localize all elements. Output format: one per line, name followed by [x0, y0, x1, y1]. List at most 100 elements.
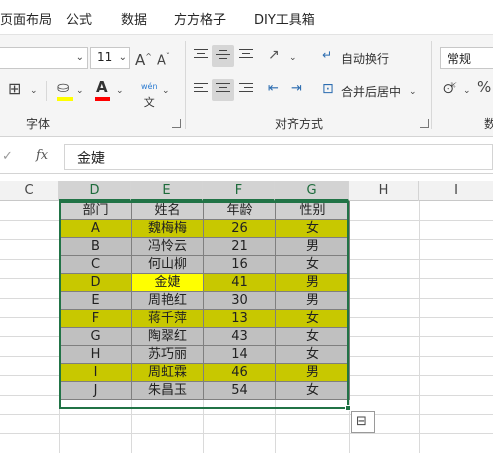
name-cell[interactable]: 陶翠红 [131, 327, 204, 346]
quick-analysis-button[interactable]: ⊟ [351, 411, 375, 433]
dept-cell[interactable]: J [59, 381, 132, 400]
column-header-g[interactable]: G [275, 181, 349, 201]
wrap-text-button[interactable]: 自动换行 [341, 50, 389, 67]
group-separator [431, 41, 432, 129]
sex-cell[interactable]: 女 [275, 327, 350, 346]
chevron-down-icon[interactable]: ⌄ [30, 83, 38, 99]
age-cell[interactable]: 41 [203, 273, 276, 292]
dept-cell[interactable]: B [59, 237, 132, 256]
header-cell-dept[interactable]: 部门 [59, 201, 132, 220]
age-cell[interactable]: 14 [203, 345, 276, 364]
font-size-dropdown[interactable]: 11 ⌄ [90, 47, 130, 69]
name-cell[interactable]: 周虹霖 [131, 363, 204, 382]
accounting-format-icon[interactable]: 🜚 [443, 81, 457, 97]
chevron-down-icon: ⌄ [75, 52, 84, 63]
column-header-h[interactable]: H [349, 181, 419, 201]
header-cell-name[interactable]: 姓名 [131, 201, 204, 220]
align-center-icon[interactable] [216, 83, 230, 95]
chevron-down-icon[interactable]: ⌄ [162, 83, 170, 99]
align-right-icon[interactable] [239, 83, 253, 95]
chevron-down-icon[interactable]: ⌄ [116, 83, 124, 99]
merge-center-button[interactable]: 合并后居中 [341, 83, 401, 100]
column-header-d[interactable]: D [59, 181, 131, 201]
name-cell-active[interactable]: 金婕 [131, 273, 204, 292]
name-cell[interactable]: 魏梅梅 [131, 219, 204, 238]
alignment-dialog-launcher-icon[interactable] [420, 119, 429, 128]
name-cell[interactable]: 朱昌玉 [131, 381, 204, 400]
sex-cell[interactable]: 女 [275, 345, 350, 364]
tab-page-layout[interactable]: 页面布局 [0, 9, 52, 28]
phonetic-guide-icon[interactable]: wén 文 [141, 79, 158, 112]
sex-cell[interactable]: 女 [275, 381, 350, 400]
ribbon-tab-bar: 页面布局 公式 数据 方方格子 DIY工具箱 [0, 0, 493, 34]
sex-cell[interactable]: 男 [275, 363, 350, 382]
increase-indent-icon[interactable]: ⇥ [291, 81, 302, 97]
sex-cell[interactable]: 女 [275, 255, 350, 274]
font-size-value: 11 [97, 50, 113, 64]
merge-center-icon[interactable]: ⊡ [322, 81, 334, 97]
sex-cell[interactable]: 男 [275, 273, 350, 292]
sex-cell[interactable]: 女 [275, 309, 350, 328]
name-cell[interactable]: 苏巧丽 [131, 345, 204, 364]
chevron-down-icon[interactable]: ⌄ [76, 83, 84, 99]
decrease-indent-icon[interactable]: ⇤ [268, 81, 279, 97]
wrap-text-icon[interactable]: ↵ [322, 47, 332, 63]
tab-data[interactable]: 数据 [121, 9, 147, 28]
borders-icon[interactable]: ⊞ [8, 81, 21, 97]
header-cell-sex[interactable]: 性别 [275, 201, 350, 220]
font-name-dropdown[interactable]: ⌄ [0, 47, 88, 69]
decrease-font-icon[interactable]: Aˇ [157, 49, 170, 69]
dept-cell[interactable]: D [59, 273, 132, 292]
fill-color-icon[interactable]: ⛀ [57, 79, 70, 95]
age-cell[interactable]: 13 [203, 309, 276, 328]
dept-cell[interactable]: I [59, 363, 132, 382]
name-cell[interactable]: 冯怜云 [131, 237, 204, 256]
worksheet-grid[interactable]: 部门 姓名 年龄 性别 A 魏梅梅 26 女 B 冯怜云 21 男 C 何山柳 … [0, 201, 493, 453]
font-color-icon[interactable]: A [96, 79, 108, 95]
number-group-label: 数 [484, 117, 493, 131]
dept-cell[interactable]: E [59, 291, 132, 310]
sex-cell[interactable]: 男 [275, 237, 350, 256]
bottom-align-icon[interactable] [239, 49, 253, 61]
dept-cell[interactable]: C [59, 255, 132, 274]
font-dialog-launcher-icon[interactable] [172, 119, 181, 128]
text-orientation-icon[interactable]: ↗ [268, 47, 280, 63]
formula-input[interactable]: 金婕 [64, 144, 493, 170]
age-cell[interactable]: 54 [203, 381, 276, 400]
enter-check-icon[interactable]: ✓ [2, 149, 13, 165]
number-format-dropdown[interactable]: 常规 [440, 47, 493, 69]
name-cell[interactable]: 何山柳 [131, 255, 204, 274]
insert-function-icon[interactable]: fx [36, 148, 48, 164]
middle-align-icon[interactable] [216, 50, 230, 62]
column-header-e[interactable]: E [131, 181, 203, 201]
header-cell-age[interactable]: 年龄 [203, 201, 276, 220]
align-left-icon[interactable] [194, 83, 208, 95]
column-header-c[interactable]: C [0, 181, 59, 201]
age-cell[interactable]: 21 [203, 237, 276, 256]
chevron-down-icon: ⌄ [118, 52, 127, 63]
tab-formulas[interactable]: 公式 [66, 9, 92, 28]
sex-cell[interactable]: 女 [275, 219, 350, 238]
dept-cell[interactable]: H [59, 345, 132, 364]
percent-icon[interactable]: % [477, 79, 491, 95]
increase-font-icon[interactable]: A^ [135, 49, 152, 68]
age-cell[interactable]: 16 [203, 255, 276, 274]
age-cell[interactable]: 26 [203, 219, 276, 238]
chevron-down-icon[interactable]: ⌄ [289, 50, 297, 66]
dept-cell[interactable]: F [59, 309, 132, 328]
chevron-down-icon[interactable]: ⌄ [409, 84, 417, 100]
name-cell[interactable]: 周艳红 [131, 291, 204, 310]
dept-cell[interactable]: G [59, 327, 132, 346]
dept-cell[interactable]: A [59, 219, 132, 238]
tab-fangfang[interactable]: 方方格子 [174, 9, 226, 28]
age-cell[interactable]: 43 [203, 327, 276, 346]
sex-cell[interactable]: 男 [275, 291, 350, 310]
name-cell[interactable]: 蒋千萍 [131, 309, 204, 328]
chevron-down-icon[interactable]: ⌄ [463, 83, 471, 99]
column-header-f[interactable]: F [203, 181, 275, 201]
top-align-icon[interactable] [194, 49, 208, 61]
tab-diy-toolbox[interactable]: DIY工具箱 [254, 9, 315, 28]
age-cell[interactable]: 46 [203, 363, 276, 382]
column-header-i[interactable]: I [419, 181, 493, 201]
age-cell[interactable]: 30 [203, 291, 276, 310]
